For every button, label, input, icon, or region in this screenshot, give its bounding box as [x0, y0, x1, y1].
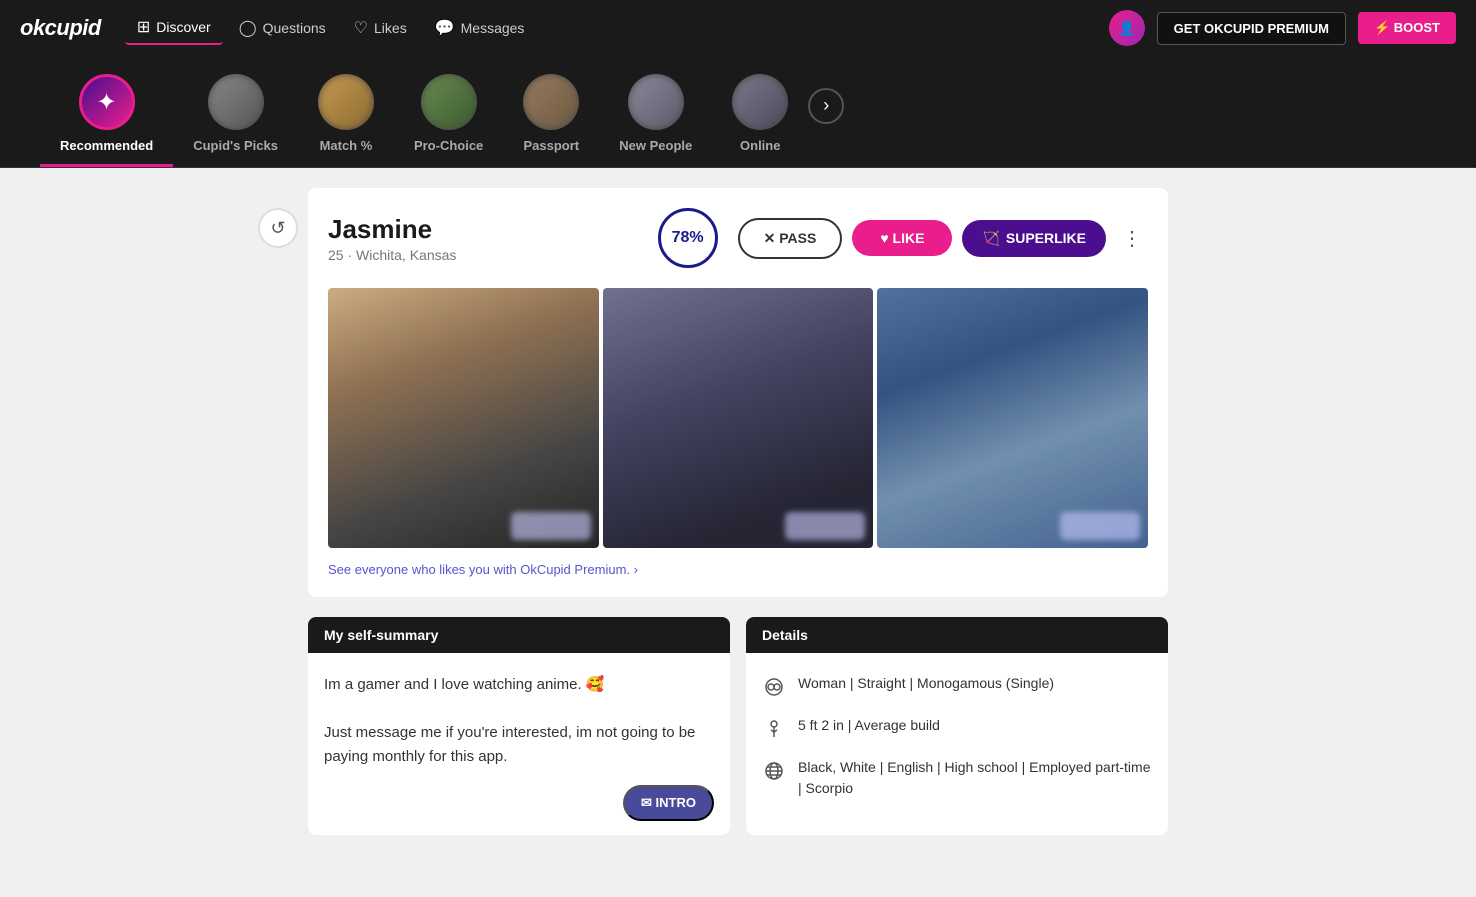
detail-height-text: 5 ft 2 in | Average build: [798, 715, 940, 736]
details-header: Details: [746, 617, 1168, 653]
premium-button[interactable]: GET OKCUPID PREMIUM: [1157, 12, 1346, 45]
category-cupids-picks[interactable]: Cupid's Picks: [173, 66, 298, 167]
match-icon: [318, 74, 374, 130]
profile-name-section: Jasmine 25 · Wichita, Kansas: [328, 214, 638, 263]
category-online[interactable]: Online: [712, 66, 808, 167]
category-passport-label: Passport: [523, 138, 579, 153]
profile-photo-1[interactable]: [328, 288, 599, 548]
category-match-label: Match %: [320, 138, 373, 153]
superlike-label: SUPERLIKE: [1006, 230, 1086, 246]
self-summary-card: My self-summary Im a gamer and I love wa…: [308, 617, 730, 835]
self-summary-text: Im a gamer and I love watching anime. 🥰 …: [324, 673, 714, 769]
nav-likes-label: Likes: [374, 20, 407, 36]
photo-badge-2: [785, 512, 865, 540]
category-recommended[interactable]: ✦ Recommended: [40, 66, 173, 167]
header-right: 👤 GET OKCUPID PREMIUM ⚡ BOOST: [1109, 10, 1456, 46]
premium-link[interactable]: See everyone who likes you with OkCupid …: [328, 562, 1148, 577]
action-buttons: ✕ PASS ♥ LIKE 🏹 SUPERLIKE ⋮: [738, 218, 1148, 259]
profile-photo-2[interactable]: [603, 288, 874, 548]
main-content: ↺ Jasmine 25 · Wichita, Kansas 78% ✕ PAS…: [288, 188, 1188, 835]
details-card: Details Woman | Straight | Monogamous (S…: [746, 617, 1168, 835]
photo-badge-1: [511, 512, 591, 540]
category-passport[interactable]: Passport: [503, 66, 599, 167]
photo-badge-3: [1060, 512, 1140, 540]
photo-grid: [328, 288, 1148, 548]
header: okcupid ⊞ Discover ◯ Questions ♡ Likes 💬…: [0, 0, 1476, 56]
messages-icon: 💬: [435, 18, 455, 38]
undo-button[interactable]: ↺: [258, 208, 298, 248]
avatar[interactable]: 👤: [1109, 10, 1145, 46]
orientation-icon: [762, 675, 786, 699]
detail-height: 5 ft 2 in | Average build: [762, 715, 1152, 741]
category-bar: ✦ Recommended Cupid's Picks Match % Pro-…: [0, 56, 1476, 168]
category-next-button[interactable]: ›: [808, 88, 844, 124]
category-new-people[interactable]: New People: [599, 66, 712, 167]
nav-likes[interactable]: ♡ Likes: [342, 11, 419, 45]
profile-header: Jasmine 25 · Wichita, Kansas 78% ✕ PASS …: [328, 208, 1148, 268]
self-summary-para-2: Just message me if you're interested, im…: [324, 721, 714, 769]
superlike-button[interactable]: 🏹 SUPERLIKE: [962, 220, 1106, 257]
category-new-people-label: New People: [619, 138, 692, 153]
online-icon: [732, 74, 788, 130]
detail-background-text: Black, White | English | High school | E…: [798, 757, 1152, 799]
superlike-icon: 🏹: [982, 230, 999, 247]
height-icon: [762, 717, 786, 741]
category-pro-choice-label: Pro-Choice: [414, 138, 483, 153]
nav-questions[interactable]: ◯ Questions: [227, 11, 338, 45]
match-percent-circle: 78%: [658, 208, 718, 268]
nav-questions-label: Questions: [263, 20, 326, 36]
boost-button[interactable]: ⚡ BOOST: [1358, 12, 1456, 44]
nav-discover[interactable]: ⊞ Discover: [125, 11, 223, 45]
category-online-label: Online: [740, 138, 780, 153]
questions-icon: ◯: [239, 18, 257, 38]
likes-icon: ♡: [354, 18, 368, 38]
category-recommended-label: Recommended: [60, 138, 153, 153]
nav-messages-label: Messages: [461, 20, 525, 36]
profile-card-wrapper: ↺ Jasmine 25 · Wichita, Kansas 78% ✕ PAS…: [308, 188, 1168, 597]
recommended-icon: ✦: [79, 74, 135, 130]
detail-background: Black, White | English | High school | E…: [762, 757, 1152, 799]
profile-sections: My self-summary Im a gamer and I love wa…: [308, 617, 1168, 835]
profile-card: Jasmine 25 · Wichita, Kansas 78% ✕ PASS …: [308, 188, 1168, 597]
app-logo: okcupid: [20, 15, 101, 41]
globe-icon: [762, 759, 786, 783]
profile-photo-3[interactable]: [877, 288, 1148, 548]
more-options-button[interactable]: ⋮: [1116, 222, 1148, 254]
intro-button[interactable]: ✉ INTRO: [623, 785, 714, 821]
discover-icon: ⊞: [137, 17, 150, 37]
nav-messages[interactable]: 💬 Messages: [423, 11, 537, 45]
profile-name: Jasmine: [328, 214, 638, 245]
nav-discover-label: Discover: [156, 19, 210, 35]
pass-button[interactable]: ✕ PASS: [738, 218, 843, 259]
detail-orientation: Woman | Straight | Monogamous (Single): [762, 673, 1152, 699]
self-summary-para-1: Im a gamer and I love watching anime. 🥰: [324, 673, 714, 697]
self-summary-body: Im a gamer and I love watching anime. 🥰 …: [308, 653, 730, 789]
pro-choice-icon: [421, 74, 477, 130]
new-people-icon: [628, 74, 684, 130]
category-match[interactable]: Match %: [298, 66, 394, 167]
main-nav: ⊞ Discover ◯ Questions ♡ Likes 💬 Message…: [125, 11, 1101, 45]
passport-icon: [523, 74, 579, 130]
category-cupids-label: Cupid's Picks: [193, 138, 278, 153]
detail-orientation-text: Woman | Straight | Monogamous (Single): [798, 673, 1054, 694]
details-body: Woman | Straight | Monogamous (Single) 5…: [746, 653, 1168, 835]
self-summary-header: My self-summary: [308, 617, 730, 653]
profile-age-location: 25 · Wichita, Kansas: [328, 247, 638, 263]
category-pro-choice[interactable]: Pro-Choice: [394, 66, 503, 167]
like-button[interactable]: ♥ LIKE: [852, 220, 952, 256]
cupids-picks-icon: [208, 74, 264, 130]
